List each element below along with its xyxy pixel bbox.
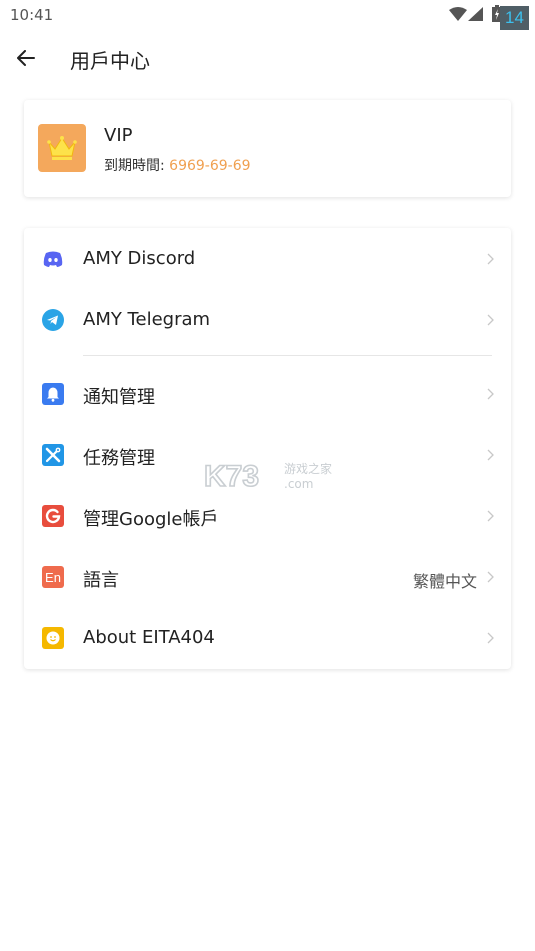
wifi-icon bbox=[449, 7, 467, 21]
chevron-right-icon bbox=[487, 314, 494, 326]
vip-name: VIP bbox=[104, 125, 133, 146]
watermark-badge: 14 bbox=[500, 6, 529, 30]
menu-card: AMY Discord AMY Telegram 通知管理 任務管理 管理Goo… bbox=[24, 228, 511, 669]
expire-line: 到期時間: 6969-69-69 bbox=[104, 155, 251, 175]
chevron-right-icon bbox=[487, 510, 494, 522]
chevron-right-icon bbox=[487, 253, 494, 265]
menu-item-discord[interactable]: AMY Discord bbox=[24, 231, 511, 287]
google-icon bbox=[42, 505, 64, 527]
page-title: 用戶中心 bbox=[70, 49, 150, 73]
menu-label: 語言 bbox=[83, 570, 119, 591]
chevron-right-icon bbox=[487, 571, 494, 583]
header: 用戶中心 bbox=[0, 38, 535, 78]
smiley-icon bbox=[42, 627, 64, 649]
menu-item-google[interactable]: 管理Google帳戶 bbox=[24, 488, 511, 544]
bell-icon bbox=[42, 383, 64, 405]
chevron-right-icon bbox=[487, 632, 494, 644]
telegram-icon bbox=[42, 309, 64, 331]
menu-item-task[interactable]: 任務管理 bbox=[24, 427, 511, 483]
menu-label: AMY Discord bbox=[83, 248, 196, 269]
vip-badge bbox=[38, 124, 86, 172]
menu-label: 任務管理 bbox=[83, 448, 155, 469]
back-button[interactable] bbox=[13, 46, 39, 70]
language-icon: En bbox=[42, 566, 64, 588]
status-time: 10:41 bbox=[10, 6, 54, 24]
menu-item-language[interactable]: En 語言 繁體中文 bbox=[24, 549, 511, 605]
menu-label: AMY Telegram bbox=[83, 309, 211, 330]
menu-label: About EITA404 bbox=[83, 627, 215, 648]
back-arrow-icon bbox=[17, 50, 35, 66]
discord-icon bbox=[43, 251, 63, 267]
vip-card: VIP 到期時間: 6969-69-69 bbox=[24, 100, 511, 197]
chevron-right-icon bbox=[487, 388, 494, 400]
menu-label: 管理Google帳戶 bbox=[83, 509, 219, 530]
status-bar: 10:41 14 bbox=[0, 0, 535, 32]
signal-icon bbox=[468, 7, 483, 21]
menu-item-notification[interactable]: 通知管理 bbox=[24, 366, 511, 422]
language-value: 繁體中文 bbox=[412, 572, 477, 591]
expire-label: 到期時間: bbox=[104, 158, 170, 174]
crown-icon bbox=[47, 136, 77, 160]
svg-text:En: En bbox=[45, 570, 61, 585]
menu-item-telegram[interactable]: AMY Telegram bbox=[24, 292, 511, 348]
chevron-right-icon bbox=[487, 449, 494, 461]
menu-item-about[interactable]: About EITA404 bbox=[24, 610, 511, 666]
menu-divider bbox=[83, 355, 492, 356]
menu-label: 通知管理 bbox=[83, 387, 155, 408]
expire-date: 6969-69-69 bbox=[169, 158, 251, 174]
tools-icon bbox=[42, 444, 64, 466]
